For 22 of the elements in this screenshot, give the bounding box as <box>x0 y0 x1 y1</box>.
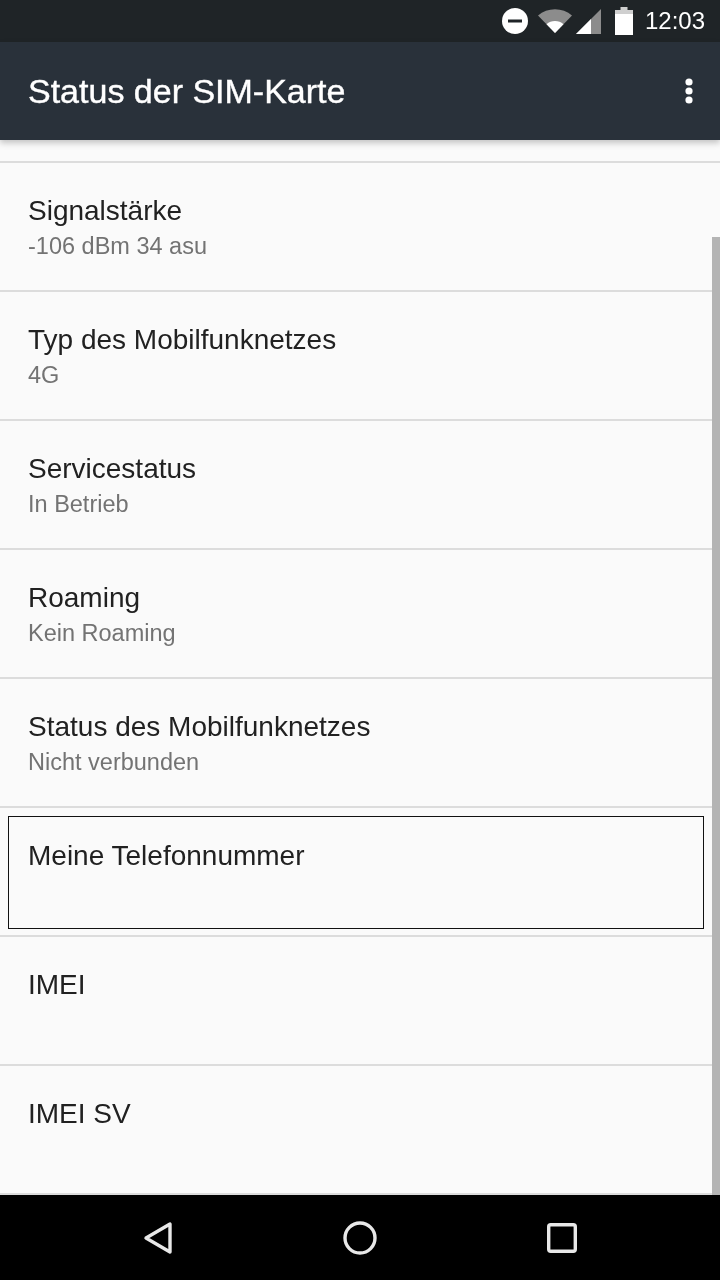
row-title: Roaming <box>28 581 141 615</box>
row-value: 4G <box>28 361 60 390</box>
wifi-icon <box>537 9 572 33</box>
do-not-disturb-icon <box>501 8 528 34</box>
row-title: IMEI <box>28 968 86 1002</box>
battery-icon <box>614 7 633 35</box>
home-icon[interactable] <box>343 1220 377 1255</box>
row-title: Meine Telefonnummer <box>28 839 305 873</box>
row-title: Typ des Mobilfunknetzes <box>28 323 337 357</box>
back-icon[interactable] <box>143 1220 173 1255</box>
signal-icon <box>575 8 601 34</box>
row-value: In Betrieb <box>28 490 129 519</box>
row-value: Kein Roaming <box>28 619 176 648</box>
screen-title: Status der SIM-Karte <box>28 71 346 112</box>
row-title: IMEI SV <box>28 1097 131 1131</box>
row-value: Nicht verbunden <box>28 748 200 777</box>
row-title: Signalstärke <box>28 194 183 228</box>
row-title: Servicestatus <box>28 452 197 486</box>
row-title: Status des Mobilfunknetzes <box>28 710 371 744</box>
recents-icon[interactable] <box>547 1222 577 1253</box>
row-value: -106 dBm 34 asu <box>28 232 207 261</box>
clock-time: 12:03 <box>644 7 705 35</box>
